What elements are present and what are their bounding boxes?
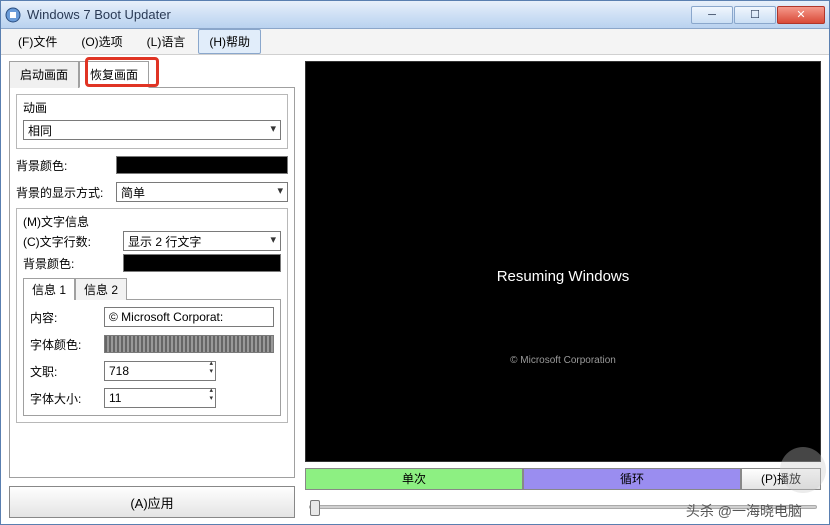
animation-value: 相同: [28, 122, 52, 139]
maximize-button[interactable]: ☐: [734, 6, 776, 24]
tab-body: 动画 相同 背景颜色: 背景的显示方式: 简单 (M)文字信息: [9, 87, 295, 478]
menu-help[interactable]: (H)帮助: [198, 29, 261, 54]
menu-language[interactable]: (L)语言: [136, 29, 197, 54]
pos-row: 文职: 718: [30, 360, 274, 382]
text-bgcolor-label: 背景颜色:: [23, 255, 119, 272]
loop-button[interactable]: 循环: [523, 468, 741, 490]
menu-options[interactable]: (O)选项: [70, 29, 133, 54]
preview-copyright: © Microsoft Corporation: [510, 355, 616, 366]
watermark-icon: [780, 447, 826, 493]
once-button[interactable]: 单次: [305, 468, 523, 490]
subtab-info1[interactable]: 信息 1: [23, 278, 75, 300]
fontcolor-label: 字体颜色:: [30, 336, 100, 353]
bgcolor-swatch[interactable]: [116, 156, 288, 174]
lines-row: (C)文字行数: 显示 2 行文字: [23, 230, 281, 252]
right-panel: Resuming Windows © Microsoft Corporation…: [305, 61, 821, 518]
text-bgcolor-swatch[interactable]: [123, 254, 281, 272]
content-label: 内容:: [30, 309, 100, 326]
playback-controls: 单次 循环 (P)播放: [305, 468, 821, 490]
window-controls: ─ ☐ ✕: [691, 6, 825, 24]
text-bgcolor-row: 背景颜色:: [23, 252, 281, 274]
info-subtabs: 信息 1 信息 2: [23, 278, 281, 300]
window-title: Windows 7 Boot Updater: [27, 7, 691, 22]
animation-group: 动画 相同: [16, 94, 288, 149]
content-row: 内容:: [30, 306, 274, 328]
fontcolor-swatch[interactable]: [104, 335, 274, 353]
menu-file[interactable]: (F)文件: [7, 29, 68, 54]
apply-button[interactable]: (A)应用: [9, 486, 295, 518]
bgmode-label: 背景的显示方式:: [16, 184, 112, 201]
close-button[interactable]: ✕: [777, 6, 825, 24]
app-window: Windows 7 Boot Updater ─ ☐ ✕ (F)文件 (O)选项…: [0, 0, 830, 525]
app-icon: [5, 7, 21, 23]
pos-label: 文职:: [30, 363, 100, 380]
bgmode-combo[interactable]: 简单: [116, 182, 288, 202]
bgmode-value: 简单: [121, 184, 145, 201]
fontsize-value: 11: [109, 391, 121, 405]
main-tabs: 启动画面 恢复画面: [9, 61, 295, 88]
slider-thumb[interactable]: [310, 500, 320, 516]
menubar: (F)文件 (O)选项 (L)语言 (H)帮助: [1, 29, 829, 55]
content-area: 启动画面 恢复画面 动画 相同 背景颜色: 背景的显示方式:: [1, 55, 829, 524]
lines-label: (C)文字行数:: [23, 233, 119, 250]
lines-value: 显示 2 行文字: [128, 233, 201, 250]
animation-combo[interactable]: 相同: [23, 120, 281, 140]
animation-label: 动画: [23, 99, 281, 116]
info-subbody: 内容: 字体颜色: 文职: 718: [23, 299, 281, 416]
titlebar: Windows 7 Boot Updater ─ ☐ ✕: [1, 1, 829, 29]
lines-combo[interactable]: 显示 2 行文字: [123, 231, 281, 251]
footer-credit: 头杀 @一海晓电脑: [686, 501, 802, 521]
fontsize-label: 字体大小:: [30, 390, 100, 407]
tab-boot-screen[interactable]: 启动画面: [9, 61, 79, 88]
content-input[interactable]: [104, 307, 274, 327]
bgcolor-label: 背景颜色:: [16, 157, 112, 174]
fontcolor-row: 字体颜色:: [30, 333, 274, 355]
bgmode-row: 背景的显示方式: 简单: [16, 181, 288, 203]
minimize-button[interactable]: ─: [691, 6, 733, 24]
pos-spinner[interactable]: 718: [104, 361, 216, 381]
pos-value: 718: [109, 364, 129, 378]
text-info-title: (M)文字信息: [23, 213, 281, 230]
preview-area: Resuming Windows © Microsoft Corporation: [305, 61, 821, 462]
bgcolor-row: 背景颜色:: [16, 154, 288, 176]
fontsize-spinner[interactable]: 11: [104, 388, 216, 408]
subtab-info2[interactable]: 信息 2: [75, 278, 127, 300]
preview-main-text: Resuming Windows: [497, 268, 630, 285]
left-panel: 启动画面 恢复画面 动画 相同 背景颜色: 背景的显示方式:: [9, 61, 295, 518]
text-info-group: (M)文字信息 (C)文字行数: 显示 2 行文字 背景颜色: 信息 1: [16, 208, 288, 423]
tab-resume-screen[interactable]: 恢复画面: [79, 61, 149, 88]
fontsize-row: 字体大小: 11: [30, 387, 274, 409]
